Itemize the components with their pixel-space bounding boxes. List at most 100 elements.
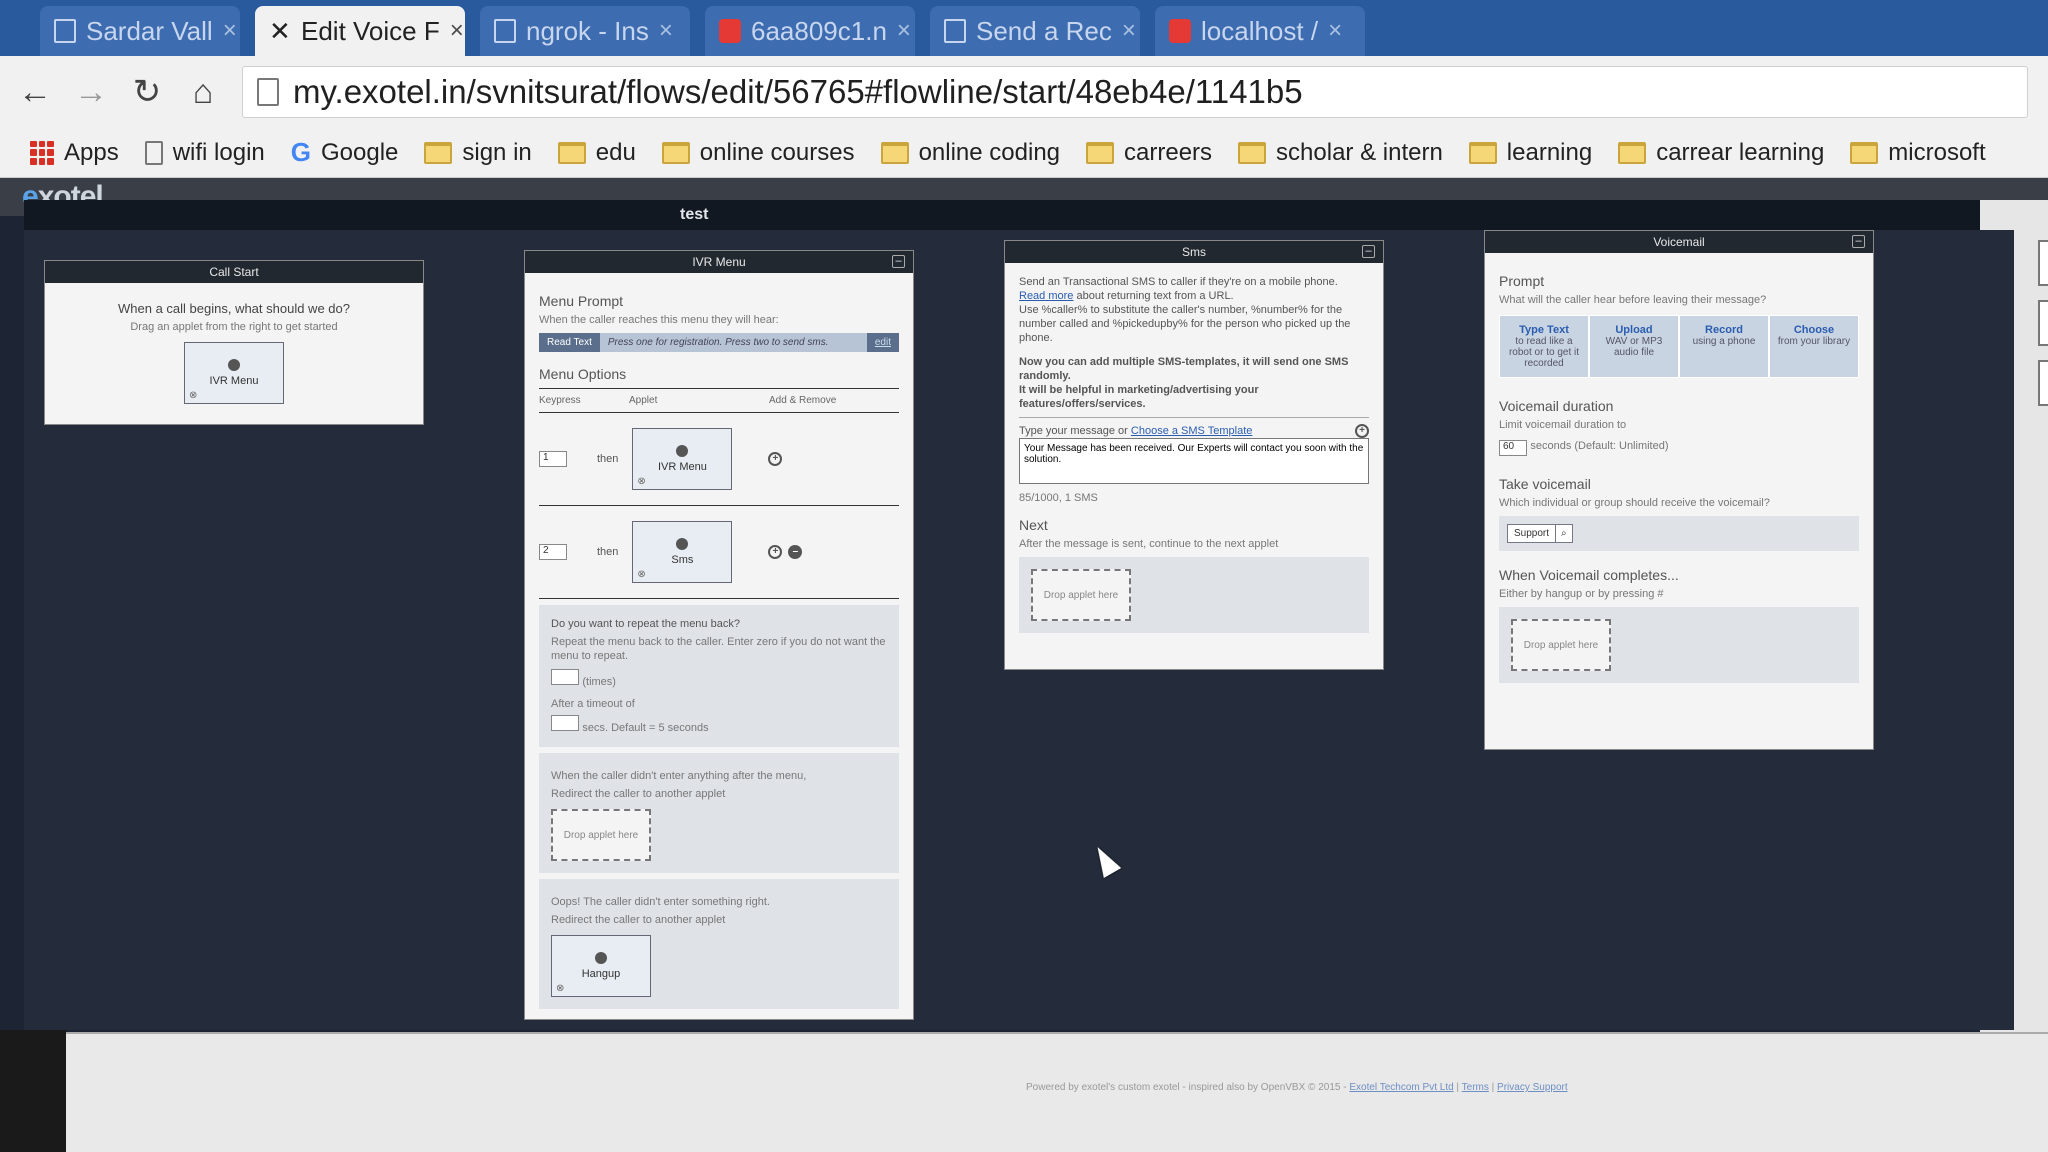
timeout-unit: secs. Default = 5 seconds [582, 722, 709, 734]
keypress-input[interactable]: 1 [539, 451, 567, 467]
folder-icon [1238, 141, 1267, 164]
add-template-icon[interactable]: + [1355, 424, 1369, 438]
tab-sardar[interactable]: Sardar Vall × [40, 6, 240, 56]
applet-sms[interactable]: Sms ⊗ [632, 521, 733, 583]
col-add-remove: Add & Remove [769, 395, 837, 406]
sms-intro: Send an Transactional SMS to caller if t… [1019, 276, 1338, 288]
close-icon[interactable]: × [659, 17, 673, 45]
page-info-icon[interactable] [257, 78, 279, 106]
bookmark-microsoft[interactable]: microsoft [1850, 139, 1986, 167]
close-icon[interactable]: × [1328, 17, 1342, 45]
applet-ivr-menu[interactable]: IVR Menu ⊗ [632, 428, 733, 490]
vm-option-choose[interactable]: Choose from your library [1769, 315, 1859, 378]
sms-notice-1: Now you can add multiple SMS-templates, … [1019, 356, 1349, 382]
minimize-icon[interactable]: – [892, 255, 905, 268]
drop-label: Drop applet here [1523, 639, 1599, 651]
add-option-icon[interactable]: + [768, 452, 783, 466]
reload-icon[interactable]: ↻ [126, 71, 168, 113]
sidebar-tab[interactable] [2038, 240, 2048, 286]
vm-prompt-title: Prompt [1499, 273, 1545, 289]
vm-option-type-text[interactable]: Type Text to read like a robot or to get … [1499, 315, 1589, 378]
folder-icon [1468, 141, 1497, 164]
applet-ivr-menu[interactable]: IVR Menu ⊗ [184, 342, 284, 404]
page-icon [144, 140, 163, 165]
search-icon[interactable]: ⌕ [1555, 525, 1572, 542]
footer-terms-link[interactable]: Terms [1462, 1082, 1489, 1093]
bookmark-google[interactable]: G Google [291, 137, 399, 168]
choose-template-link[interactable]: Choose a SMS Template [1131, 425, 1252, 437]
bookmark-sign-in[interactable]: sign in [424, 139, 532, 167]
close-icon[interactable]: × [1122, 17, 1136, 45]
flow-name[interactable]: test [680, 206, 708, 224]
back-icon[interactable]: ← [14, 71, 56, 113]
repeat-input[interactable] [551, 669, 579, 685]
tab-edit-voice-flow[interactable]: ✕ Edit Voice F × [255, 6, 465, 56]
invalid-input-section: Oops! The caller didn't enter something … [539, 879, 899, 1009]
keypress-input[interactable]: 2 [539, 544, 567, 560]
remove-icon[interactable]: ⊗ [189, 390, 197, 401]
bookmark-online-coding[interactable]: online coding [880, 138, 1061, 167]
minimize-icon[interactable]: – [1852, 235, 1865, 248]
tab-send-a-rec[interactable]: Send a Rec × [930, 6, 1140, 56]
menu-prompt-title: Menu Prompt [539, 293, 624, 309]
forward-icon[interactable]: → [70, 71, 112, 113]
read-more-link[interactable]: Read more [1019, 290, 1073, 302]
tab-ngrok[interactable]: ngrok - Ins × [480, 6, 690, 56]
applet-icon [676, 445, 689, 457]
group-selector[interactable]: Support ⌕ [1507, 524, 1573, 543]
bookmark-apps[interactable]: Apps [30, 139, 119, 167]
close-icon[interactable]: × [223, 17, 237, 45]
bookmark-online-courses[interactable]: online courses [661, 139, 855, 167]
vm-prompt-options: Type Text to read like a robot or to get … [1499, 315, 1859, 378]
tab-6aa809c1[interactable]: 6aa809c1.n × [705, 6, 915, 56]
sms-notice-2: It will be helpful in marketing/advertis… [1019, 384, 1259, 410]
option-title: Type Text [1519, 324, 1569, 336]
vm-duration-input[interactable]: 60 [1499, 440, 1527, 456]
close-icon[interactable]: × [897, 17, 911, 45]
minimize-icon[interactable]: – [1362, 245, 1375, 258]
bookmark-learning[interactable]: learning [1468, 139, 1592, 167]
footer-company-link[interactable]: Exotel Techcom Pvt Ltd [1349, 1082, 1453, 1093]
home-icon[interactable]: ⌂ [182, 71, 224, 113]
tab-localhost[interactable]: localhost / × [1155, 6, 1365, 56]
panel-header: Voicemail – [1485, 231, 1873, 253]
drop-zone[interactable]: Drop applet here [1511, 619, 1611, 671]
bookmark-scholar-intern[interactable]: scholar & intern [1238, 139, 1443, 167]
sidebar-tab[interactable] [2038, 360, 2048, 406]
remove-option-icon[interactable]: – [788, 545, 803, 559]
option-title: Record [1705, 324, 1743, 336]
bookmark-carrear-learning[interactable]: carrear learning [1618, 139, 1824, 167]
browser-toolbar: ← → ↻ ⌂ my.exotel.in/svnitsurat/flows/ed… [0, 56, 2048, 128]
folder-icon [661, 141, 690, 164]
menu-prompt-sub: When the caller reaches this menu they w… [539, 314, 779, 326]
remove-icon[interactable]: ⊗ [556, 983, 564, 994]
vm-option-record[interactable]: Record using a phone [1679, 315, 1769, 378]
sms-panel: Sms – Send an Transactional SMS to caller… [1004, 240, 1384, 670]
repeat-sub: Repeat the menu back to the caller. Ente… [551, 636, 886, 662]
prompt-mode[interactable]: Read Text [539, 333, 600, 352]
flow-canvas[interactable]: Call Start When a call begins, what shou… [24, 230, 2014, 1030]
applet-hangup[interactable]: Hangup ⊗ [551, 935, 651, 997]
bookmark-label: online coding [918, 138, 1061, 166]
remove-icon[interactable]: ⊗ [637, 569, 645, 580]
vm-option-upload[interactable]: Upload WAV or MP3 audio file [1589, 315, 1679, 378]
bookmark-label: edu [595, 138, 636, 166]
remove-icon[interactable]: ⊗ [637, 476, 645, 487]
address-bar[interactable]: my.exotel.in/svnitsurat/flows/edit/56765… [242, 66, 2028, 118]
bookmark-wifi-login[interactable]: wifi login [144, 139, 265, 167]
bookmark-edu[interactable]: edu [557, 138, 636, 167]
close-icon[interactable]: × [450, 17, 464, 45]
bookmark-carreers[interactable]: carreers [1086, 139, 1212, 167]
vm-duration-sub: Limit voicemail duration to [1499, 419, 1627, 431]
sms-message-input[interactable]: Your Message has been received. Our Expe… [1019, 438, 1369, 484]
browser-window: Sardar Vall × ✕ Edit Voice F × ngrok - I… [0, 0, 2048, 1152]
footer-privacy-link[interactable]: Privacy Support [1497, 1082, 1568, 1093]
sidebar-tab[interactable] [2038, 300, 2048, 346]
prompt-edit-link[interactable]: edit [866, 333, 899, 352]
drop-zone[interactable]: Drop applet here [1031, 569, 1131, 621]
drop-zone[interactable]: Drop applet here [551, 809, 651, 861]
add-option-icon[interactable]: + [768, 545, 783, 559]
prompt-text: Press one for registration. Press two to… [607, 337, 829, 348]
timeout-input[interactable] [551, 715, 579, 731]
panel-title: IVR Menu [692, 255, 746, 269]
